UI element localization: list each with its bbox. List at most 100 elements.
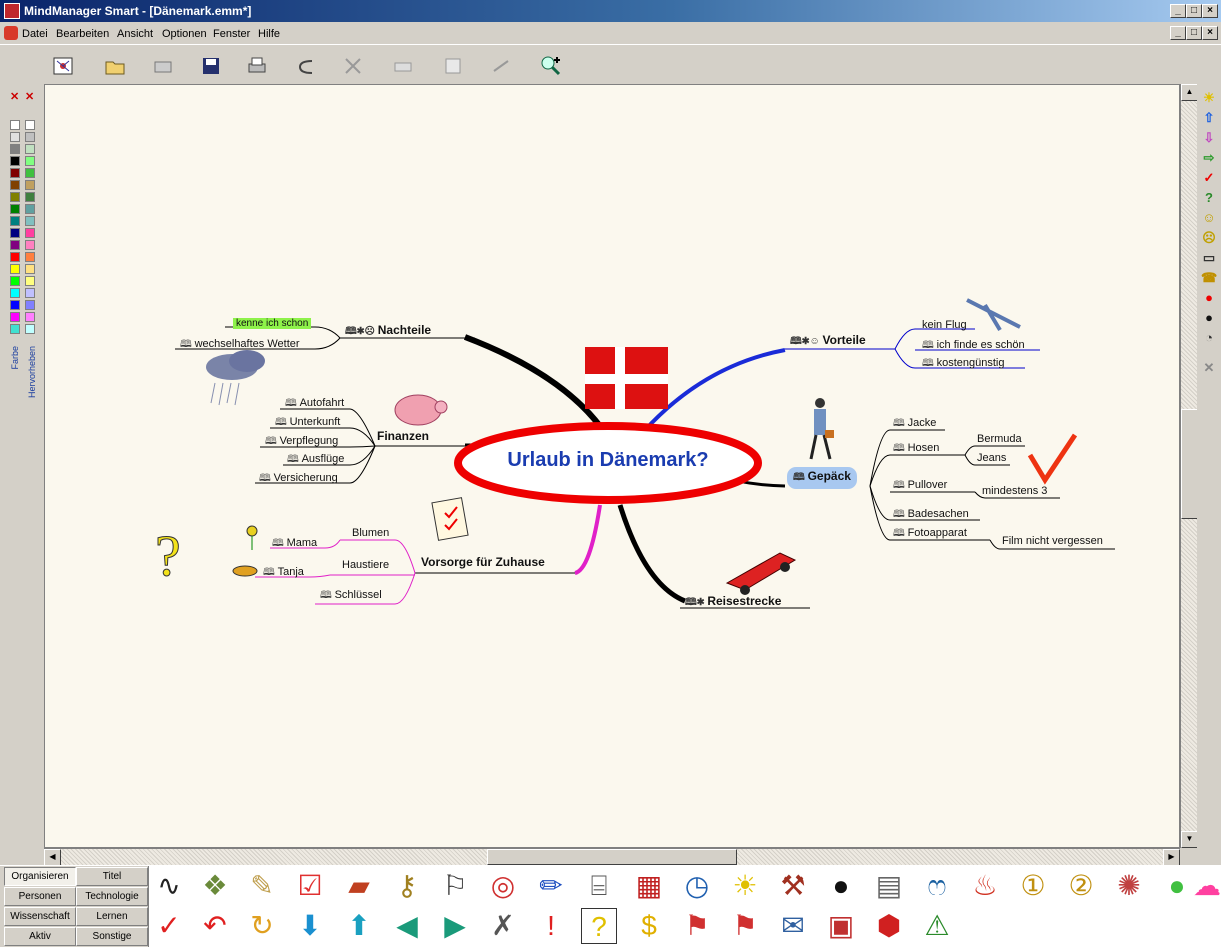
stop-icon[interactable]: ⬢ bbox=[871, 908, 907, 944]
highlight-swatch[interactable] bbox=[25, 168, 35, 178]
color-swatch[interactable] bbox=[10, 264, 20, 274]
redo-icon[interactable] bbox=[488, 53, 514, 79]
tab-sonstige[interactable]: Sonstige bbox=[76, 927, 148, 946]
color-swatch[interactable] bbox=[10, 168, 20, 178]
clock-icon[interactable]: ◷ bbox=[679, 868, 715, 904]
topic-nachteile[interactable]: 🕮✱☹ Nachteile bbox=[345, 323, 431, 341]
topic-gepaeck[interactable]: 🕮 Gepäck bbox=[787, 467, 857, 489]
doc-minimize-button[interactable]: _ bbox=[1170, 26, 1186, 40]
highlight-swatch[interactable] bbox=[25, 120, 35, 130]
refresh-icon[interactable]: ↻ bbox=[244, 908, 280, 944]
note-marker-icon[interactable]: ▭ bbox=[1201, 250, 1217, 266]
clock-marker-icon[interactable]: ◔ bbox=[1201, 330, 1217, 346]
arrow-down-marker-icon[interactable]: ⇩ bbox=[1201, 130, 1217, 146]
finish-flag-icon[interactable]: ⚑ bbox=[727, 908, 763, 944]
item-badesachen[interactable]: 🕮 Badesachen bbox=[893, 507, 969, 524]
scroll-up-button[interactable]: ▲ bbox=[1181, 84, 1198, 101]
tab-farbe[interactable]: Farbe bbox=[10, 346, 20, 370]
color-swatch[interactable] bbox=[10, 180, 20, 190]
minimize-button[interactable]: _ bbox=[1170, 4, 1186, 18]
save-icon[interactable] bbox=[198, 53, 224, 79]
item-ich-finde-es-schoen[interactable]: 🕮 ich finde es schön bbox=[922, 338, 1025, 355]
item-kostenguenstig[interactable]: 🕮 kostengünstig bbox=[922, 356, 1004, 373]
check-icon[interactable]: ✓ bbox=[151, 908, 187, 944]
scroll-down-button[interactable]: ▼ bbox=[1181, 831, 1198, 848]
topic-reisestrecke[interactable]: 🕮✱ Reisestrecke bbox=[685, 594, 781, 612]
item-pullover[interactable]: 🕮 Pullover bbox=[893, 478, 947, 495]
color-swatch[interactable] bbox=[10, 144, 20, 154]
menu-ansicht[interactable]: Ansicht bbox=[117, 28, 153, 40]
highlight-swatch[interactable] bbox=[25, 300, 35, 310]
central-topic[interactable]: Urlaub in Dänemark? bbox=[463, 449, 753, 472]
menu-hilfe[interactable]: Hilfe bbox=[258, 28, 280, 40]
item-blumen[interactable]: Blumen bbox=[352, 527, 389, 539]
tab-aktiv[interactable]: Aktiv bbox=[4, 927, 76, 946]
arrow-up-icon[interactable]: ⬆ bbox=[341, 908, 377, 944]
tab-titel[interactable]: Titel bbox=[76, 867, 148, 886]
maximize-button[interactable]: □ bbox=[1186, 4, 1202, 18]
color-swatch[interactable] bbox=[10, 300, 20, 310]
new-map-icon[interactable] bbox=[50, 53, 76, 79]
stop-marker-icon[interactable]: ● bbox=[1201, 290, 1217, 306]
monitor-icon[interactable]: ▣ bbox=[823, 908, 859, 944]
hammer-icon[interactable]: ⚒ bbox=[775, 868, 811, 904]
doc-close-button[interactable]: × bbox=[1202, 26, 1218, 40]
item-mindestens-3[interactable]: mindestens 3 bbox=[982, 485, 1047, 497]
highlight-swatch[interactable] bbox=[25, 312, 35, 322]
arrow-down-icon[interactable]: ⬇ bbox=[292, 908, 328, 944]
smiley-sad-icon[interactable]: ☹ bbox=[1201, 230, 1217, 246]
scroll-right-button[interactable]: ▶ bbox=[1163, 849, 1180, 866]
runner-icon[interactable]: ⚐ bbox=[437, 868, 473, 904]
topic-vorteile[interactable]: 🕮✱☺ Vorteile bbox=[790, 333, 866, 351]
highlight-swatch[interactable] bbox=[25, 264, 35, 274]
dollar-icon[interactable]: $ bbox=[631, 908, 667, 944]
cut-icon[interactable] bbox=[340, 53, 366, 79]
pencil-icon[interactable]: ✏ bbox=[533, 868, 569, 904]
email-icon[interactable]: ✉ bbox=[775, 908, 811, 944]
color-swatch[interactable] bbox=[10, 120, 20, 130]
book-icon[interactable]: ▰ bbox=[341, 868, 377, 904]
link-icon[interactable] bbox=[150, 53, 176, 79]
undo-icon[interactable] bbox=[292, 53, 318, 79]
highlight-swatch[interactable] bbox=[25, 240, 35, 250]
scroll-left-button[interactable]: ◀ bbox=[44, 849, 61, 866]
item-wechselhaftes-wetter[interactable]: 🕮 wechselhaftes Wetter bbox=[180, 337, 300, 354]
color-swatch[interactable] bbox=[10, 288, 20, 298]
target-icon[interactable]: ◎ bbox=[485, 868, 521, 904]
horizontal-scroll-thumb[interactable] bbox=[487, 849, 737, 865]
bomb-icon[interactable]: ● bbox=[823, 868, 859, 904]
highlight-swatch[interactable] bbox=[25, 324, 35, 334]
tab-lernen[interactable]: Lernen bbox=[76, 907, 148, 926]
item-bermuda[interactable]: Bermuda bbox=[977, 433, 1022, 445]
item-haustiere[interactable]: Haustiere bbox=[342, 559, 389, 571]
item-fotoapparat[interactable]: 🕮 Fotoapparat bbox=[893, 526, 967, 543]
money-icon[interactable]: ❖ bbox=[197, 868, 233, 904]
highlight-swatch[interactable] bbox=[25, 144, 35, 154]
smiley-happy-icon[interactable]: ☺ bbox=[1201, 210, 1217, 226]
highlight-swatch[interactable] bbox=[25, 228, 35, 238]
no-color-icon[interactable]: ✕ bbox=[10, 90, 19, 103]
highlight-swatch[interactable] bbox=[25, 252, 35, 262]
menu-bearbeiten[interactable]: Bearbeiten bbox=[56, 28, 109, 40]
color-swatch[interactable] bbox=[10, 192, 20, 202]
question-mark-icon[interactable]: ? bbox=[581, 908, 617, 944]
paste-icon[interactable] bbox=[440, 53, 466, 79]
vertical-scroll-thumb[interactable] bbox=[1181, 409, 1198, 519]
color-swatch[interactable] bbox=[10, 216, 20, 226]
map-icon[interactable]: ✎ bbox=[244, 868, 280, 904]
doc-maximize-button[interactable]: □ bbox=[1186, 26, 1202, 40]
horizontal-scrollbar[interactable]: ◀ ▶ bbox=[44, 848, 1180, 866]
arrow-right-marker-icon[interactable]: ⇨ bbox=[1201, 150, 1217, 166]
open-icon[interactable] bbox=[102, 53, 128, 79]
tab-technologie[interactable]: Technologie bbox=[76, 887, 148, 906]
item-hosen[interactable]: 🕮 Hosen bbox=[893, 441, 939, 458]
color-swatch[interactable] bbox=[10, 228, 20, 238]
ladder-icon[interactable]: ⌸ bbox=[581, 868, 617, 904]
remove-marker-icon[interactable]: ✕ bbox=[1201, 360, 1217, 376]
keys-icon[interactable]: ⚷ bbox=[389, 868, 425, 904]
item-verpflegung[interactable]: 🕮 Verpflegung bbox=[265, 434, 338, 451]
cross-icon[interactable]: ✗ bbox=[485, 908, 521, 944]
second-place-icon[interactable]: ② bbox=[1063, 868, 1099, 904]
arrow-left-icon[interactable]: ◀ bbox=[389, 908, 425, 944]
phone-marker-icon[interactable]: ☎ bbox=[1201, 270, 1217, 286]
